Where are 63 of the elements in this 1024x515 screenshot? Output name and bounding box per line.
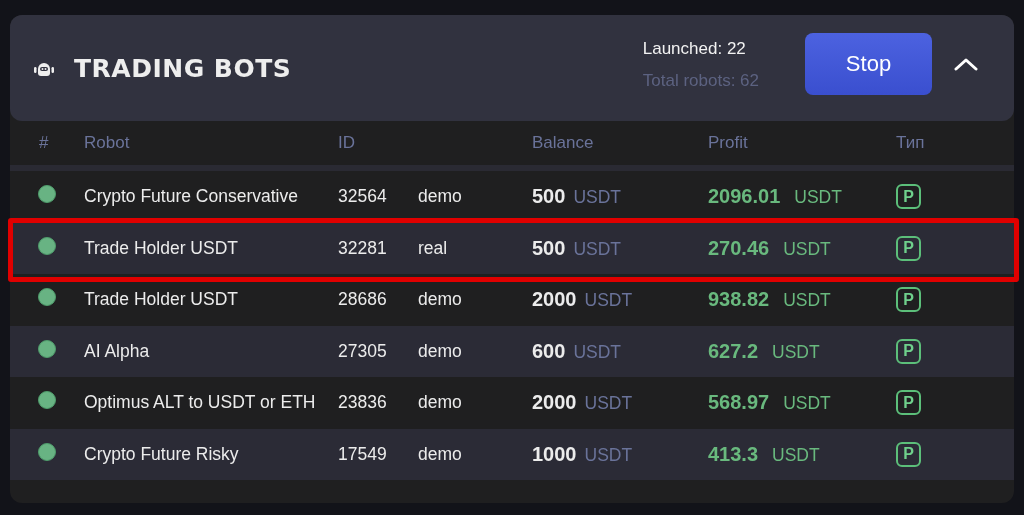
currency-unit: USDT <box>584 393 633 414</box>
robot-id: 23836 <box>338 392 388 414</box>
type-badge: P <box>896 287 921 313</box>
robot-name: Optimus ALT to USDT or ETH <box>83 392 317 414</box>
robot-icon <box>34 60 54 76</box>
balance-amount: 1000 <box>532 442 577 465</box>
robot-name: Trade Holder USDT <box>83 237 239 259</box>
profit-amount: 413.3 <box>708 442 759 465</box>
column-header: ID <box>338 133 356 153</box>
account-mode: real <box>418 237 449 259</box>
total-count: Total robots: 62 <box>642 71 759 91</box>
type-badge: P <box>896 390 921 416</box>
type-badge: P <box>896 338 921 364</box>
type-badge: P <box>896 441 921 467</box>
column-header: Тип <box>896 133 926 153</box>
currency-unit: USDT <box>573 238 621 259</box>
table-row[interactable]: AI Alpha 27305 demo 600 USDT 627.2 USDT P <box>10 325 1014 377</box>
balance-amount: 500 <box>532 185 566 208</box>
robot-id: 17549 <box>338 443 388 465</box>
robot-id: 32564 <box>338 186 388 208</box>
column-header: Balance <box>532 133 595 153</box>
currency-unit: USDT <box>772 444 820 465</box>
profit-amount: 938.82 <box>708 288 770 311</box>
robot-id: 27305 <box>338 340 388 362</box>
currency-unit: USDT <box>584 444 633 465</box>
column-header: # <box>38 133 50 153</box>
currency-unit: USDT <box>794 187 842 208</box>
robot-name: Crypto Future Risky <box>83 443 240 465</box>
robot-name: Crypto Future Conservative <box>83 186 299 208</box>
type-badge: P <box>896 184 921 210</box>
account-mode: demo <box>418 186 463 208</box>
table-row[interactable]: Crypto Future Risky 17549 demo 1000 USDT 413.3 USDT P <box>10 428 1014 480</box>
currency-unit: USDT <box>573 187 621 208</box>
balance-amount: 2000 <box>532 391 577 414</box>
currency-unit: USDT <box>783 290 831 311</box>
currency-unit: USDT <box>772 341 820 362</box>
account-mode: demo <box>418 289 463 311</box>
panel-title: TRADING BOTS <box>74 53 292 83</box>
balance-amount: 600 <box>532 339 566 362</box>
profit-amount: 2096.01 <box>708 185 781 208</box>
robot-id: 32281 <box>338 237 388 259</box>
currency-unit: USDT <box>584 290 633 311</box>
profit-amount: 270.46 <box>708 236 770 259</box>
balance-amount: 500 <box>532 236 566 259</box>
account-mode: demo <box>418 392 463 414</box>
type-badge: P <box>896 235 921 261</box>
account-mode: demo <box>418 443 463 465</box>
collapse-icon[interactable] <box>954 57 978 71</box>
balance-amount: 2000 <box>532 288 577 311</box>
robot-name: Trade Holder USDT <box>83 289 239 311</box>
robot-id: 28686 <box>338 289 388 311</box>
column-header: Robot <box>83 133 131 153</box>
table-row[interactable]: Trade Holder USDT 32281 real 500 USDT 270.46 USDT P <box>10 222 1014 274</box>
robot-name: AI Alpha <box>83 340 151 362</box>
launched-count: Launched: 22 <box>642 39 747 59</box>
currency-unit: USDT <box>783 238 831 259</box>
account-mode: demo <box>418 340 463 362</box>
currency-unit: USDT <box>783 393 831 414</box>
stop-button[interactable]: Stop <box>805 33 932 95</box>
column-header: Profit <box>708 133 749 153</box>
currency-unit: USDT <box>573 341 621 362</box>
profit-amount: 568.97 <box>708 391 770 414</box>
profit-amount: 627.2 <box>708 339 759 362</box>
